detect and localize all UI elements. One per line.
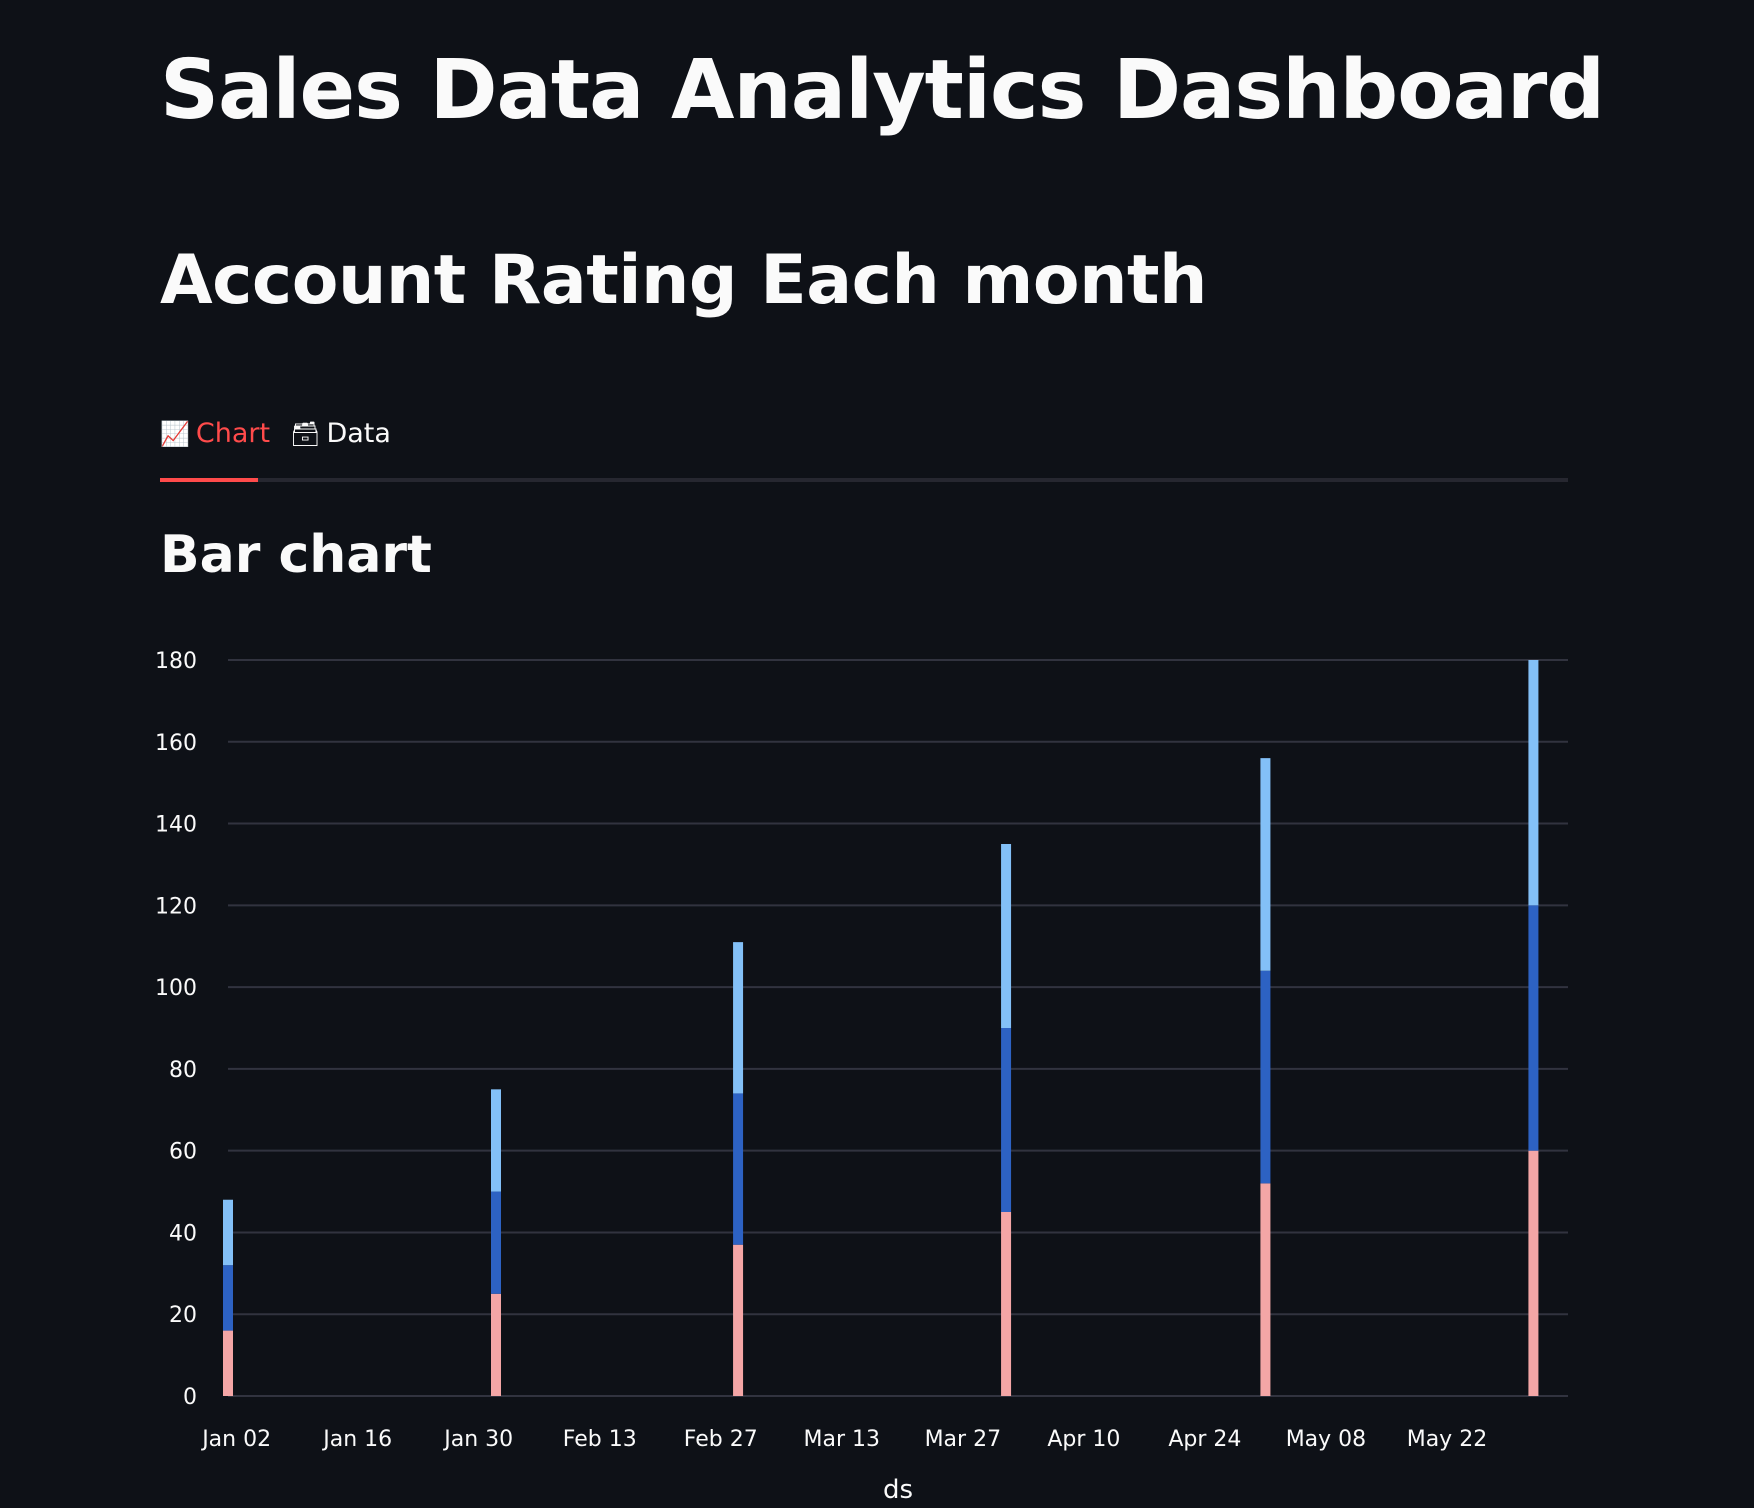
bar-segment[interactable] (1528, 905, 1539, 1151)
chart-title: Bar chart (160, 525, 432, 585)
page-title: Sales Data Analytics Dashboard (160, 43, 1605, 138)
section-title: Account Rating Each month (160, 241, 1207, 320)
bar-segment[interactable] (733, 1244, 744, 1396)
y-tick-label: 80 (169, 1058, 197, 1083)
tab-chart-label: Chart (195, 418, 271, 449)
x-tick-label: Jan 30 (442, 1427, 513, 1452)
bar-segment[interactable] (1260, 1183, 1271, 1396)
bar-segment[interactable] (1260, 970, 1271, 1184)
bar-segment[interactable] (1001, 844, 1012, 1028)
y-tick-label: 180 (155, 649, 197, 674)
y-tick-label: 140 (155, 813, 197, 838)
x-tick-label: Feb 27 (684, 1427, 758, 1452)
bar-segment[interactable] (733, 1093, 744, 1245)
x-tick-label: May 22 (1407, 1427, 1487, 1452)
bar-segment[interactable] (1260, 758, 1271, 971)
x-tick-label: Jan 16 (321, 1427, 392, 1452)
x-tick-label: Jan 02 (200, 1427, 271, 1452)
y-tick-label: 40 (169, 1221, 197, 1246)
x-axis-label: ds (883, 1475, 913, 1505)
chart-increasing-icon: 📈 (160, 420, 190, 448)
x-tick-label: Feb 13 (563, 1427, 637, 1452)
active-tab-indicator (160, 478, 258, 482)
bar-segment[interactable] (1528, 660, 1539, 906)
y-tick-label: 120 (155, 894, 197, 919)
bar-segment[interactable] (733, 942, 744, 1094)
tab-data-label: Data (326, 418, 391, 449)
bar-segment[interactable] (1528, 1150, 1539, 1396)
bar-segment[interactable] (1001, 1212, 1012, 1396)
bar-segment[interactable] (1001, 1028, 1012, 1212)
tab-chart[interactable]: 📈 Chart (160, 414, 271, 482)
tab-bar: 📈 Chart 🗃 Data (160, 410, 1568, 482)
bar-segment[interactable] (491, 1191, 501, 1294)
y-tick-label: 20 (169, 1303, 197, 1328)
x-tick-label: May 08 (1286, 1427, 1366, 1452)
bar-segment[interactable] (223, 1330, 233, 1396)
x-tick-label: Mar 13 (804, 1427, 881, 1452)
bar-segment[interactable] (491, 1089, 501, 1192)
x-axis-ticks: Jan 02 Jan 16 Jan 30 Feb 13 Feb 27 Mar 13 Mar … (200, 1427, 1487, 1452)
y-tick-label: 60 (169, 1140, 197, 1165)
x-tick-label: Apr 10 (1047, 1427, 1120, 1452)
chart-gridlines (228, 659, 1568, 1397)
y-axis-ticks: 0 20 40 60 80 100 120 140 160 180 (155, 649, 197, 1410)
bar-segment[interactable] (491, 1293, 501, 1396)
y-tick-label: 100 (155, 976, 197, 1001)
chart-bars[interactable] (223, 660, 1539, 1396)
x-tick-label: Mar 27 (925, 1427, 1002, 1452)
card-file-icon: 🗃 (290, 420, 321, 448)
stacked-bar-chart[interactable]: 020406080100120140160180 Jan 02 Jan 16 Jan… (0, 620, 1754, 1508)
y-tick-label: 160 (155, 731, 197, 756)
x-tick-label: Apr 24 (1168, 1427, 1241, 1452)
tab-data[interactable]: 🗃 Data (290, 414, 391, 478)
bar-segment[interactable] (223, 1265, 233, 1331)
bar-segment[interactable] (223, 1199, 233, 1266)
y-tick-label: 0 (183, 1385, 197, 1410)
